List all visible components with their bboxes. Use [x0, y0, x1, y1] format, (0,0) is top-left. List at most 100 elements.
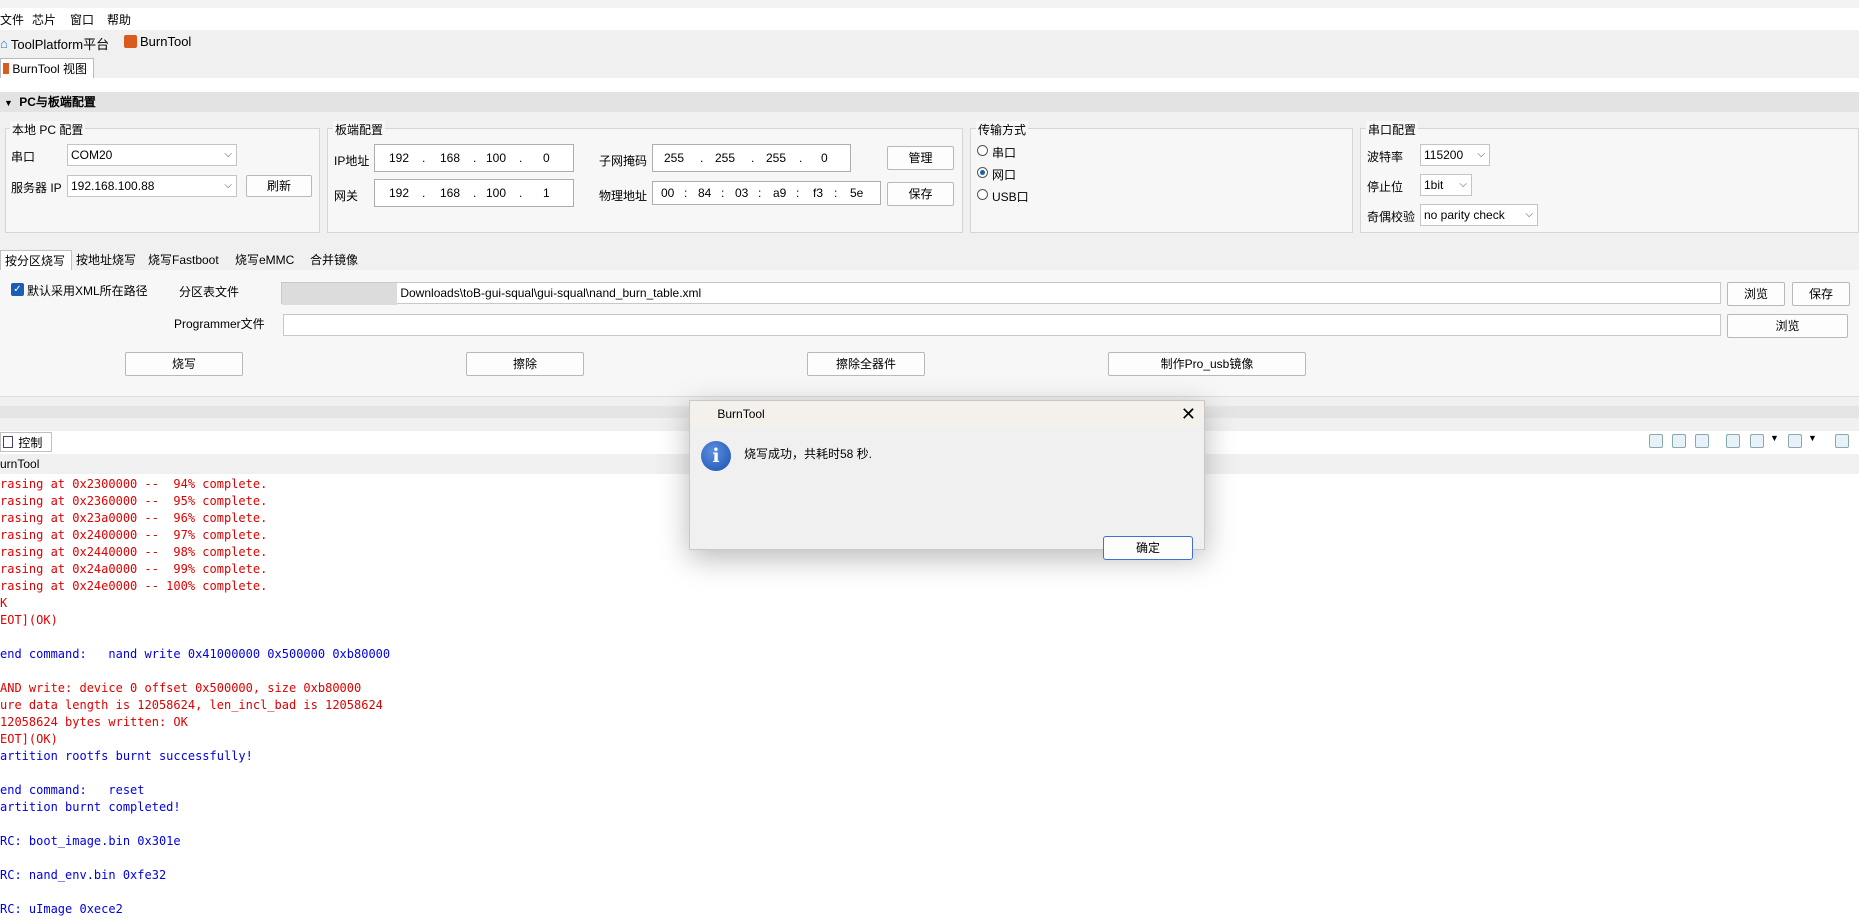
board-save-button[interactable]: 保存: [887, 182, 954, 206]
partition-table-path-field[interactable]: Downloads\toB-gui-squal\gui-squal\nand_b…: [281, 282, 1721, 305]
erase-all-button[interactable]: 擦除全器件: [807, 352, 925, 376]
mac-byte: f3: [813, 186, 824, 200]
tab-emmc-burn[interactable]: 烧写eMMC: [231, 250, 298, 270]
tab-merge-image[interactable]: 合并镜像: [306, 250, 362, 270]
open-console-icon[interactable]: [1788, 434, 1802, 448]
menu-chip[interactable]: 芯片: [32, 11, 56, 28]
ip-octet: 0: [543, 151, 550, 165]
server-ip-value: 192.168.100.88: [71, 179, 155, 193]
stop-bit-label: 停止位: [1367, 180, 1404, 194]
burntool-toolbar-item[interactable]: BurnTool: [124, 34, 191, 49]
burn-button[interactable]: 烧写: [125, 352, 243, 376]
view-tab-label: BurnTool 视图: [12, 62, 88, 76]
ip-address-label: IP地址: [334, 154, 370, 168]
console-line: artition burnt completed!: [0, 800, 181, 814]
dialog-title: BurnTool: [717, 407, 765, 421]
dialog-app-icon: [698, 409, 708, 419]
console-line: rasing at 0x24e0000 -- 100% complete.: [0, 579, 268, 593]
manage-button[interactable]: 管理: [887, 146, 954, 170]
window-titlebar: [0, 0, 1859, 8]
pin-console-icon[interactable]: [1726, 434, 1740, 448]
chevron-down-icon: ⌵: [1525, 209, 1533, 220]
default-xml-checkbox[interactable]: ✓: [11, 283, 24, 296]
word-wrap-icon[interactable]: [1695, 434, 1709, 448]
parity-select[interactable]: no parity check ⌵: [1420, 204, 1538, 226]
dialog-message: 烧写成功，共耗时58 秒.: [744, 447, 873, 461]
chevron-down-icon: ⌵: [1459, 179, 1467, 190]
refresh-button[interactable]: 刷新: [246, 175, 312, 197]
tab-partition-burn[interactable]: 按分区烧写: [0, 250, 72, 270]
console-tab[interactable]: 控制台: [0, 432, 52, 470]
dialog-titlebar: BurnTool ✕: [690, 401, 1204, 427]
usb-transfer-label: USB口: [992, 190, 1029, 204]
subnet-mask-input[interactable]: 255. 255. 255. 0: [652, 144, 851, 172]
console-line: end command: reset: [0, 783, 145, 797]
main-toolbar: ⌂ ToolPlatform平台 BurnTool: [0, 30, 1859, 56]
chevron-down-icon: ⌵: [224, 180, 232, 191]
make-pro-usb-image-button[interactable]: 制作Pro_usb镜像: [1108, 352, 1306, 376]
clear-console-icon[interactable]: [1649, 434, 1663, 448]
partition-browse-button[interactable]: 浏览: [1727, 282, 1785, 306]
erase-button[interactable]: 擦除: [466, 352, 584, 376]
mac-byte: 84: [698, 186, 712, 200]
collapse-triangle-icon: ▼: [4, 98, 13, 108]
server-ip-select[interactable]: 192.168.100.88 ⌵: [67, 175, 237, 197]
burn-mode-tabs: 按分区烧写 按地址烧写 烧写Fastboot 烧写eMMC 合并镜像: [0, 248, 1859, 270]
home-icon: ⌂: [0, 36, 8, 51]
close-icon[interactable]: ✕: [1181, 401, 1196, 427]
chevron-down-icon[interactable]: ▼: [1770, 433, 1779, 443]
burntool-label: BurnTool: [140, 34, 192, 49]
scroll-lock-icon[interactable]: [1672, 434, 1686, 448]
mac-byte: 5e: [850, 186, 864, 200]
stop-bit-select[interactable]: 1bit ⌵: [1420, 174, 1472, 196]
ip-address-input[interactable]: 192. 168. 100. 0: [374, 144, 574, 172]
menu-help[interactable]: 帮助: [107, 11, 131, 28]
stop-bit-value: 1bit: [1424, 178, 1444, 192]
programmer-browse-button[interactable]: 浏览: [1727, 314, 1848, 338]
mask-octet: 255: [664, 151, 685, 165]
console-line: rasing at 0x2440000 -- 98% complete.: [0, 545, 268, 559]
display-console-icon[interactable]: [1750, 434, 1764, 448]
burntool-icon: [124, 35, 137, 48]
default-xml-label: 默认采用XML所在路径: [27, 284, 148, 298]
partition-table-label: 分区表文件: [179, 285, 240, 299]
console-line: AND write: device 0 offset 0x500000, siz…: [0, 681, 362, 695]
console-line: end command: nand write 0x41000000 0x500…: [0, 647, 391, 661]
mac-byte: a9: [773, 186, 787, 200]
serial-transfer-radio[interactable]: [977, 145, 988, 156]
serial-port-value: COM20: [71, 148, 113, 162]
baud-rate-select[interactable]: 115200 ⌵: [1420, 144, 1490, 166]
console-line: RC: nand_env.bin 0xfe32: [0, 868, 167, 882]
burntool-view-tab[interactable]: BurnTool 视图: [0, 58, 94, 78]
gateway-label: 网关: [334, 189, 359, 203]
programmer-path-field[interactable]: [283, 314, 1721, 336]
transfer-mode-group: [970, 128, 1353, 233]
toolplatform-toolbar-item[interactable]: ⌂ ToolPlatform平台: [0, 34, 109, 53]
tab-fastboot-burn[interactable]: 烧写Fastboot: [144, 250, 223, 270]
programmer-label: Programmer文件: [174, 317, 265, 331]
gateway-input[interactable]: 192. 168. 100. 1: [374, 179, 574, 207]
dialog-ok-button[interactable]: 确定: [1103, 536, 1193, 560]
baud-rate-label: 波特率: [1367, 150, 1404, 164]
console-line: RC: boot_image.bin 0x301e: [0, 834, 181, 848]
usb-transfer-radio[interactable]: [977, 189, 988, 200]
partition-save-button[interactable]: 保存: [1792, 282, 1850, 306]
pc-board-section-header[interactable]: ▼ PC与板端配置: [0, 92, 1859, 112]
minimize-console-icon[interactable]: [1835, 434, 1849, 448]
network-transfer-radio[interactable]: [977, 167, 988, 178]
menu-window[interactable]: 窗口: [70, 11, 94, 28]
console-line: rasing at 0x24a0000 -- 99% complete.: [0, 562, 268, 576]
menu-file[interactable]: 文件: [0, 11, 24, 28]
console-line: K: [0, 596, 8, 610]
tab-address-burn[interactable]: 按地址烧写: [72, 250, 140, 270]
serial-port-select[interactable]: COM20 ⌵: [67, 144, 237, 166]
console-line: rasing at 0x2300000 -- 94% complete.: [0, 477, 268, 491]
mac-address-input[interactable]: 00: 84: 03: a9: f3: 5e: [652, 181, 881, 205]
network-transfer-label: 网口: [992, 168, 1017, 182]
chevron-down-icon[interactable]: ▼: [1808, 433, 1817, 443]
subnet-mask-label: 子网掩码: [599, 154, 648, 168]
